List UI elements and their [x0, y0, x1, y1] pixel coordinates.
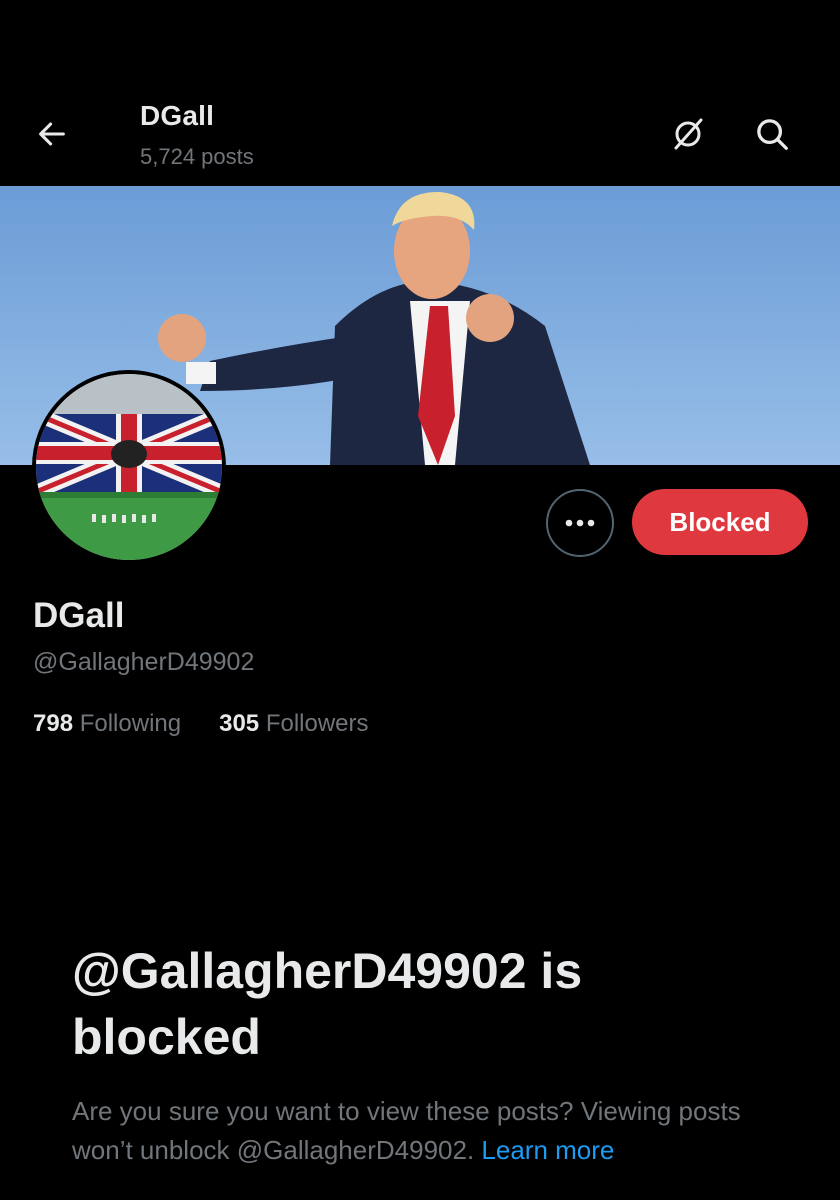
following-link[interactable]: 798 Following	[33, 710, 181, 738]
followers-count: 305	[219, 710, 260, 737]
grok-button[interactable]	[664, 110, 712, 158]
followers-link[interactable]: 305 Followers	[219, 710, 368, 738]
blocked-notice-description: Are you sure you want to view these post…	[72, 1092, 792, 1170]
back-button[interactable]	[30, 112, 74, 156]
learn-more-link[interactable]: Learn more	[481, 1135, 614, 1165]
blocked-notice-title: @GallagherD49902 is blocked	[72, 943, 583, 1065]
search-icon	[757, 119, 788, 150]
following-count: 798	[33, 710, 74, 737]
profile-header: DGall 5,724 posts	[0, 0, 840, 186]
post-count: 5,724 posts	[140, 144, 254, 169]
grok-icon	[674, 118, 703, 150]
user-handle: @GallagherD49902	[33, 648, 255, 676]
blocked-button[interactable]: Blocked	[632, 489, 808, 555]
header-title: DGall	[140, 100, 215, 131]
arrow-left-icon	[39, 122, 65, 146]
profile-stats: 798 Following 305 Followers	[33, 710, 369, 738]
avatar-stadium-flag	[36, 374, 222, 560]
more-dots-icon	[565, 519, 595, 527]
profile-avatar[interactable]	[32, 370, 226, 564]
more-options-button[interactable]	[546, 489, 614, 557]
display-name: DGall	[33, 596, 125, 635]
followers-label: Followers	[265, 710, 369, 737]
blocked-notice-text: Are you sure you want to view these post…	[72, 1096, 741, 1165]
search-button[interactable]	[748, 110, 796, 158]
following-label: Following	[79, 710, 182, 737]
